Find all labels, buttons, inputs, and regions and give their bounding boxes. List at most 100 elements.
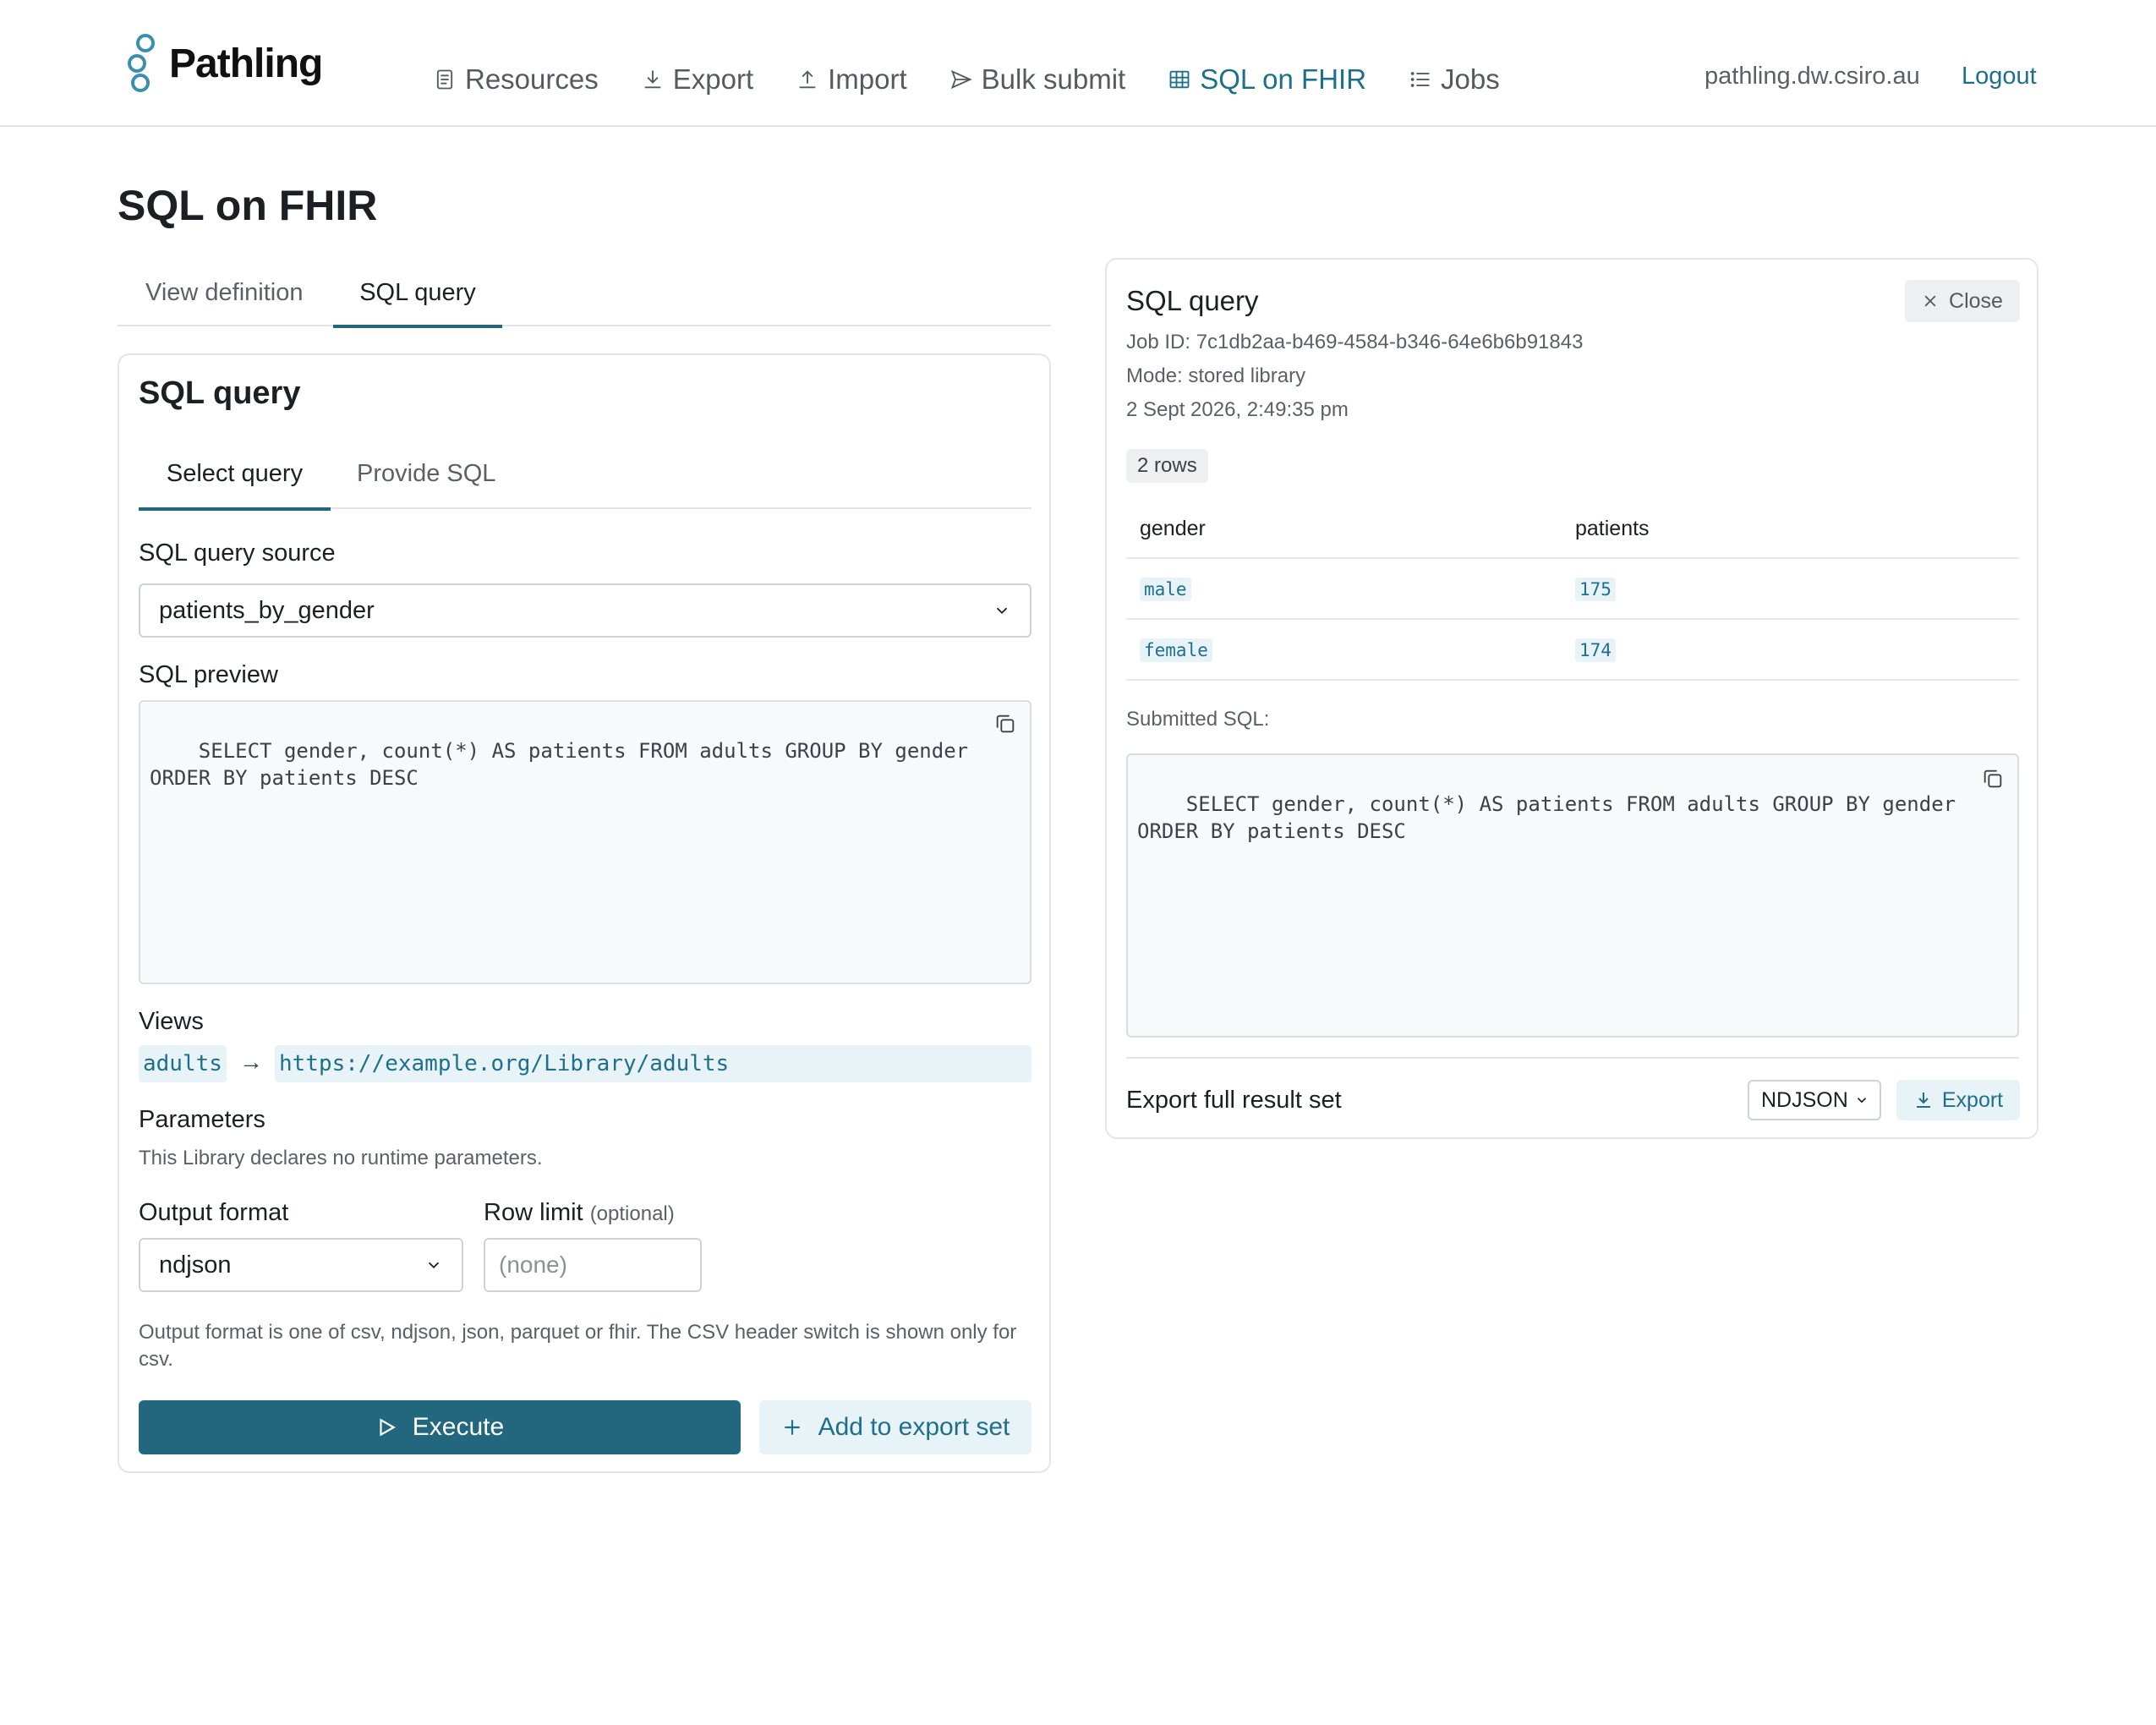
submitted-sql-label: Submitted SQL:	[1126, 708, 1270, 731]
tab-label: Provide SQL	[357, 460, 496, 487]
play-icon	[380, 1418, 396, 1437]
row-count-badge: 2 rows	[1126, 449, 1208, 483]
nav-item-jobs[interactable]: Jobs	[1409, 56, 1500, 103]
logout-link[interactable]: Logout	[1962, 63, 2037, 90]
tab-select-query[interactable]: Select query	[139, 446, 331, 511]
nav-item-resources[interactable]: Resources	[433, 56, 599, 103]
submitted-sql-text: SELECT gender, count(*) AS patients FROM…	[1137, 792, 1968, 843]
chevron-down-icon	[428, 1262, 440, 1269]
view-url-chip: https://example.org/Library/adults	[275, 1045, 1031, 1082]
execute-button[interactable]: Execute	[139, 1400, 741, 1454]
execute-label: Execute	[412, 1413, 505, 1441]
tab-label: Select query	[166, 460, 304, 487]
sql-query-card: SQL query Select query Provide SQL SQL q…	[118, 353, 1051, 1473]
job-mode: Mode: stored library	[1126, 364, 1306, 387]
table-row: male 175	[1126, 559, 2019, 620]
logo-mark-icon	[128, 34, 155, 92]
document-icon	[436, 69, 453, 90]
nav-label: Jobs	[1441, 63, 1500, 95]
view-name-chip: adults	[139, 1045, 227, 1082]
add-to-export-label: Add to export set	[818, 1413, 1010, 1441]
row-limit-placeholder: (none)	[499, 1251, 567, 1278]
selected-value: patients_by_gender	[159, 596, 375, 624]
close-icon	[1924, 295, 1936, 307]
table-cell: male	[1140, 578, 1191, 601]
table-cell: 174	[1575, 638, 1616, 662]
submitted-sql-box[interactable]: SELECT gender, count(*) AS patients FROM…	[1126, 753, 2019, 1038]
top-navigation-bar: Pathling Resources Export Import Bulk su…	[0, 0, 2156, 127]
upload-icon	[799, 70, 816, 89]
nav-label: Import	[828, 63, 907, 95]
export-full-result-label: Export full result set	[1126, 1087, 1342, 1114]
nav-label: Export	[672, 63, 754, 95]
card-title: SQL query	[139, 375, 301, 411]
nav-label: Bulk submit	[981, 63, 1126, 95]
export-button[interactable]: Export	[1896, 1080, 2020, 1120]
server-host: pathling.dw.csiro.au	[1705, 63, 1920, 90]
send-icon	[950, 69, 972, 90]
selected-value: NDJSON	[1761, 1087, 1848, 1112]
chevron-down-icon	[996, 607, 1008, 615]
query-mode-tabs: Select query Provide SQL	[139, 446, 1031, 511]
copy-icon[interactable]	[1981, 767, 2005, 791]
nav-label: Resources	[465, 63, 599, 95]
main-nav: Resources Export Import Bulk submit SQL …	[433, 56, 1542, 103]
selected-value: ndjson	[159, 1251, 232, 1279]
table-cell: 175	[1575, 578, 1616, 601]
list-icon	[1410, 72, 1430, 87]
parameters-label: Parameters	[139, 1106, 265, 1133]
parameters-note: This Library declares no runtime paramet…	[139, 1147, 543, 1169]
result-table: gender patients male 175 female 174	[1126, 498, 2019, 681]
divider	[1126, 1057, 2019, 1059]
page-title: SQL on FHIR	[118, 182, 378, 229]
nav-item-export[interactable]: Export	[641, 56, 753, 103]
table-icon	[1169, 70, 1190, 89]
sql-preview-label: SQL preview	[139, 661, 278, 688]
add-to-export-set-button[interactable]: Add to export set	[759, 1400, 1031, 1454]
export-button-label: Export	[1941, 1087, 2004, 1112]
close-button[interactable]: Close	[1905, 280, 2020, 322]
close-label: Close	[1949, 288, 2003, 313]
nav-item-bulk-submit[interactable]: Bulk submit	[949, 56, 1126, 103]
table-row: female 174	[1126, 620, 2019, 681]
main-tabs: View definition SQL query	[118, 271, 1051, 328]
tab-label: SQL query	[359, 279, 476, 306]
download-icon	[644, 70, 661, 89]
result-title: SQL query	[1126, 285, 1259, 316]
sql-query-source-select[interactable]: patients_by_gender	[139, 583, 1031, 638]
export-format-select[interactable]: NDJSON	[1748, 1080, 1881, 1120]
download-icon	[1916, 1092, 1930, 1108]
row-limit-label: Row limit (optional)	[484, 1199, 675, 1227]
arrow-icon: →	[239, 1049, 263, 1075]
copy-icon[interactable]	[993, 712, 1017, 736]
pathling-logo[interactable]: Pathling	[123, 25, 323, 101]
nav-item-import[interactable]: Import	[796, 56, 907, 103]
table-cell: female	[1140, 638, 1212, 662]
optional-hint: (optional)	[589, 1202, 675, 1225]
chevron-down-icon	[1857, 1098, 1867, 1103]
row-limit-input[interactable]: (none)	[484, 1238, 702, 1292]
sql-preview-box[interactable]: SELECT gender, count(*) AS patients FROM…	[139, 700, 1031, 984]
nav-item-sql-on-fhir[interactable]: SQL on FHIR	[1168, 56, 1366, 103]
sql-preview-text: SELECT gender, count(*) AS patients FROM…	[150, 739, 981, 790]
plus-icon	[784, 1420, 800, 1435]
job-timestamp: 2 Sept 2026, 2:49:35 pm	[1126, 398, 1349, 421]
tab-sql-query[interactable]: SQL query	[333, 271, 502, 328]
column-header-gender: gender	[1140, 517, 1206, 540]
active-tab-indicator	[139, 507, 331, 511]
table-header-row: gender patients	[1126, 498, 2019, 559]
output-format-select[interactable]: ndjson	[139, 1238, 463, 1292]
views-label: Views	[139, 1008, 204, 1035]
nav-label: SQL on FHIR	[1200, 63, 1367, 95]
query-result-card: SQL query Close Job ID: 7c1db2aa-b469-45…	[1105, 258, 2038, 1139]
active-tab-indicator	[333, 325, 502, 328]
output-format-help: Output format is one of csv, ndjson, jso…	[139, 1321, 1017, 1371]
tab-view-definition[interactable]: View definition	[145, 271, 303, 326]
tab-provide-sql[interactable]: Provide SQL	[357, 446, 495, 509]
row-limit-label-text: Row limit	[484, 1199, 583, 1226]
logo-text: Pathling	[169, 41, 323, 86]
job-id: Job ID: 7c1db2aa-b469-4584-b346-64e6b6b9…	[1126, 331, 1584, 353]
tab-label: View definition	[145, 279, 304, 306]
output-format-label: Output format	[139, 1199, 289, 1226]
column-header-patients: patients	[1575, 517, 1650, 540]
